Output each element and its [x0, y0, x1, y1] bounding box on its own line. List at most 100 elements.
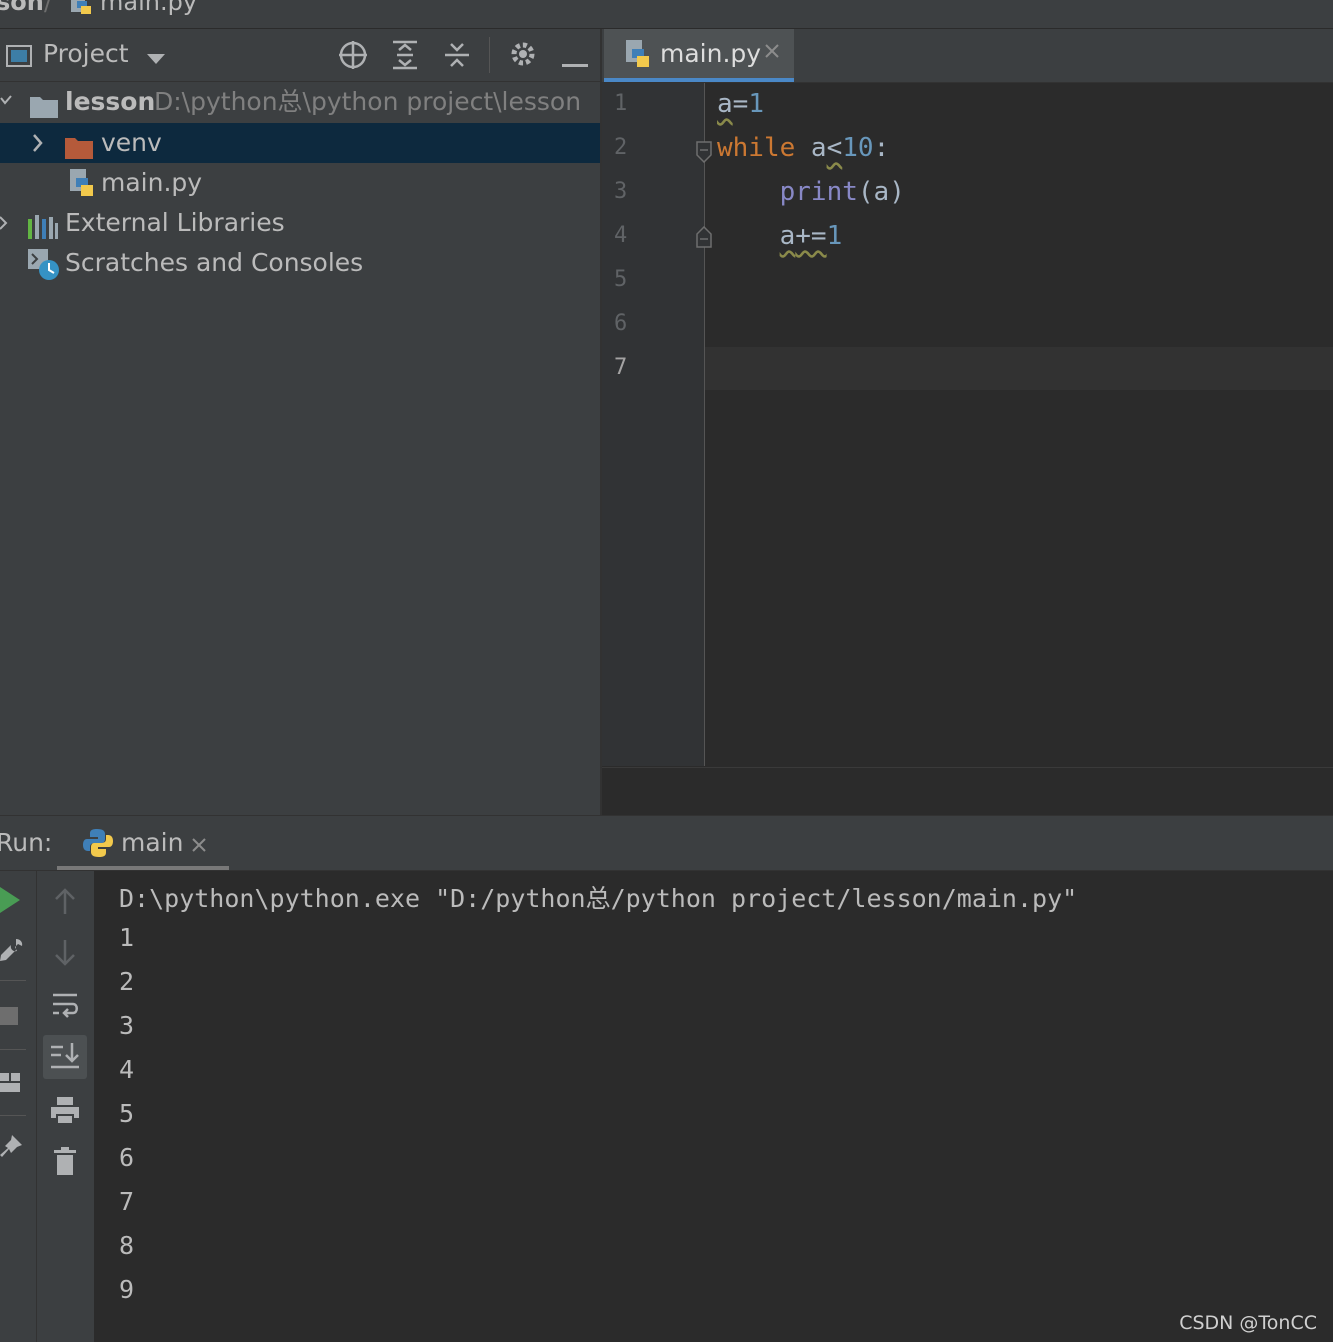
code-token: print — [779, 177, 858, 207]
collapse-all-icon[interactable] — [443, 40, 471, 74]
code-token: a — [779, 221, 796, 251]
toolbar-divider — [0, 1115, 26, 1116]
tree-item-lesson[interactable]: lesson D:\python总\python project\lesson — [0, 82, 600, 122]
console-line-command: D:\python\python.exe "D:/python总/python … — [119, 884, 1078, 913]
expand-all-icon[interactable] — [391, 40, 419, 74]
project-view-icon — [6, 45, 32, 71]
scratches-icon — [28, 249, 60, 293]
code-token: < — [826, 133, 843, 163]
wrench-icon[interactable] — [0, 937, 24, 967]
arrow-up-icon[interactable] — [54, 887, 76, 919]
editor-status-strip — [602, 767, 1333, 816]
project-view-title[interactable]: Project — [43, 39, 129, 68]
print-icon[interactable] — [51, 1097, 79, 1129]
run-panel-header: Run: main — [0, 815, 1333, 871]
hide-panel-icon[interactable] — [562, 53, 588, 72]
tree-item-main-py[interactable]: main.py — [0, 163, 600, 203]
line-number-gutter: 1 2 3 4 5 6 7 — [602, 83, 712, 766]
console-line: 8 — [119, 1231, 135, 1260]
tree-item-label: lesson — [65, 87, 156, 116]
arrow-down-icon[interactable] — [54, 939, 76, 971]
toolbar-divider — [0, 1049, 26, 1050]
close-icon[interactable] — [764, 43, 780, 63]
current-line-highlight — [705, 347, 1333, 390]
pin-icon[interactable] — [0, 1135, 24, 1163]
console-output[interactable]: D:\python\python.exe "D:/python总/python … — [94, 871, 1333, 1342]
fold-end-icon[interactable] — [696, 225, 712, 252]
code-token: while — [717, 133, 796, 163]
run-tab-label: main — [121, 828, 184, 857]
tree-item-scratches[interactable]: Scratches and Consoles — [0, 243, 600, 283]
tree-item-label: External Libraries — [65, 208, 285, 237]
editor-tab-bar: main.py — [602, 29, 1333, 83]
code-token: 1 — [826, 221, 843, 251]
line-number: 3 — [614, 179, 628, 204]
tree-item-label: main.py — [101, 168, 203, 197]
close-icon[interactable] — [191, 837, 207, 857]
run-tab-main[interactable]: main — [57, 816, 229, 870]
run-toolbar-secondary — [37, 871, 93, 1342]
scroll-to-end-icon[interactable] — [43, 1035, 87, 1079]
breadcrumb-separator: / — [44, 0, 53, 16]
stop-icon[interactable] — [0, 1007, 18, 1029]
python-icon — [83, 828, 113, 862]
code-token: += — [795, 221, 827, 251]
line-number: 5 — [614, 267, 628, 292]
code-line-4[interactable]: a+=1 — [717, 221, 843, 251]
code-line-1[interactable]: a=1 — [717, 89, 764, 119]
console-line: 9 — [119, 1275, 135, 1304]
console-line: 7 — [119, 1187, 135, 1216]
tab-main-py[interactable]: main.py — [604, 29, 794, 82]
code-line-2[interactable]: while a<10: — [717, 133, 889, 163]
breadcrumb-file[interactable]: main.py — [100, 0, 197, 16]
breadcrumb: son / main.py — [0, 0, 1333, 29]
line-number: 6 — [614, 311, 628, 336]
tree-item-path: D:\python总\python project\lesson — [154, 87, 582, 116]
toolbar-divider — [0, 980, 26, 981]
chevron-down-icon[interactable] — [147, 51, 165, 70]
tree-item-venv[interactable]: venv — [0, 123, 600, 163]
code-token: a — [795, 133, 827, 163]
console-line: 1 — [119, 923, 135, 952]
console-line: 2 — [119, 967, 135, 996]
console-line: 5 — [119, 1099, 135, 1128]
run-label: Run: — [0, 828, 53, 857]
run-toolbar-primary — [0, 871, 37, 1342]
project-panel: Project lesson D:\python总\python project… — [0, 29, 602, 815]
breadcrumb-project[interactable]: son — [0, 0, 44, 16]
console-line: 4 — [119, 1055, 135, 1084]
rerun-icon[interactable] — [0, 887, 22, 917]
console-line: 6 — [119, 1143, 135, 1172]
soft-wrap-icon[interactable] — [51, 991, 79, 1023]
line-number: 4 — [614, 223, 628, 248]
tab-active-indicator — [604, 78, 794, 82]
project-panel-header: Project — [0, 29, 600, 82]
code-token: a — [717, 89, 733, 119]
tree-item-label: venv — [101, 128, 162, 157]
code-line-3[interactable]: print(a) — [717, 177, 905, 207]
trash-icon[interactable] — [54, 1147, 76, 1179]
run-panel: Run: main D:\python\python.exe "D:/pytho… — [0, 815, 1333, 1342]
gear-icon[interactable] — [508, 39, 538, 73]
tree-item-external-libraries[interactable]: External Libraries — [0, 203, 600, 243]
tree-item-label: Scratches and Consoles — [65, 248, 364, 277]
locate-icon[interactable] — [338, 40, 368, 74]
line-number: 1 — [614, 91, 628, 116]
code-token: = — [732, 89, 749, 119]
watermark: CSDN @TonCC — [1179, 1312, 1317, 1334]
toolbar-divider — [489, 37, 490, 73]
line-number: 2 — [614, 135, 628, 160]
line-number: 7 — [614, 355, 628, 380]
console-line: 3 — [119, 1011, 135, 1040]
code-token: 10 — [842, 133, 874, 163]
python-file-icon — [624, 40, 652, 74]
tab-label: main.py — [660, 39, 762, 68]
fold-open-icon[interactable] — [696, 141, 712, 167]
python-file-icon — [68, 0, 94, 20]
editor: main.py 1 2 3 4 5 6 7 a=1 while a<10: pr… — [602, 29, 1333, 816]
restore-layout-icon[interactable] — [0, 1073, 22, 1097]
code-token: (a) — [857, 177, 905, 207]
code-token: 1 — [748, 89, 764, 119]
